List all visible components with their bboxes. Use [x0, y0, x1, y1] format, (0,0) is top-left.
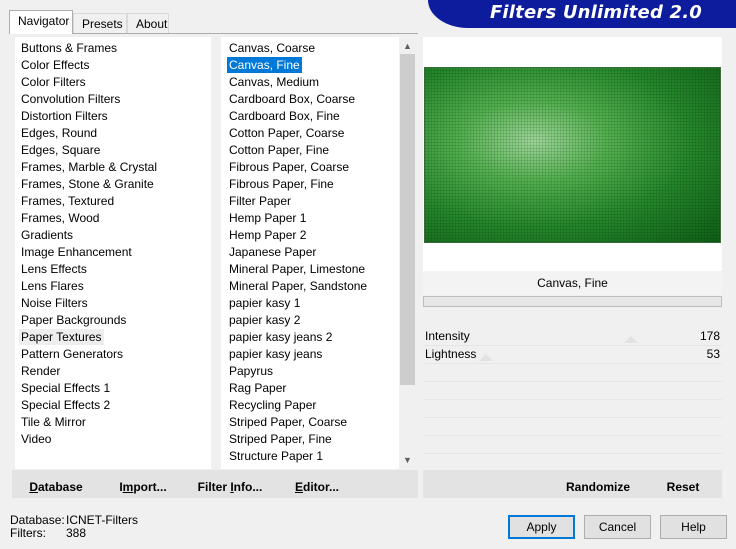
- progress-bar: [423, 296, 722, 307]
- param-label: Intensity: [425, 329, 470, 343]
- filter-item[interactable]: Canvas, Coarse: [227, 40, 317, 56]
- category-item[interactable]: Lens Flares: [19, 278, 86, 294]
- param-separator: [423, 381, 722, 382]
- filter-item[interactable]: Cardboard Box, Coarse: [227, 91, 357, 107]
- param-intensity[interactable]: Intensity 178: [423, 327, 722, 345]
- preview-filter-name: Canvas, Fine: [423, 271, 722, 295]
- category-item[interactable]: Frames, Stone & Granite: [19, 176, 156, 192]
- import-button[interactable]: Import...: [112, 478, 174, 496]
- editor-button[interactable]: Editor...: [290, 478, 344, 496]
- filter-item[interactable]: Hemp Paper 1: [227, 210, 308, 226]
- filter-item[interactable]: Structure Paper 1: [227, 448, 325, 464]
- param-separator: [423, 399, 722, 400]
- param-separator: [423, 417, 722, 418]
- param-separator: [423, 453, 722, 454]
- filter-item[interactable]: Cotton Paper, Coarse: [227, 125, 346, 141]
- scroll-up-icon[interactable]: ▲: [399, 38, 416, 55]
- category-item[interactable]: Render: [19, 363, 62, 379]
- category-item[interactable]: Video: [19, 431, 53, 447]
- param-lightness[interactable]: Lightness 53: [423, 345, 722, 363]
- param-separator: [423, 435, 722, 436]
- filter-item[interactable]: Striped Paper, Coarse: [227, 414, 349, 430]
- category-item[interactable]: Buttons & Frames: [19, 40, 119, 56]
- category-item[interactable]: Paper Textures: [19, 329, 104, 345]
- filter-item[interactable]: Cardboard Box, Fine: [227, 108, 342, 124]
- param-value: 178: [699, 329, 720, 343]
- filter-item[interactable]: Recycling Paper: [227, 397, 318, 413]
- list-divider: [211, 37, 221, 469]
- filter-info-button[interactable]: Filter Info...: [192, 478, 268, 496]
- tab-presets[interactable]: Presets: [73, 13, 127, 34]
- param-label: Lightness: [425, 347, 477, 361]
- filter-item[interactable]: Mineral Paper, Limestone: [227, 261, 367, 277]
- filter-list[interactable]: Canvas, Coarse Canvas, Fine Canvas, Medium…: [221, 37, 399, 469]
- preview-image: [424, 67, 721, 243]
- param-separator: [423, 363, 722, 364]
- filter-item[interactable]: Papyrus: [227, 363, 275, 379]
- category-item[interactable]: Frames, Textured: [19, 193, 116, 209]
- category-item[interactable]: Edges, Round: [19, 125, 99, 141]
- category-item[interactable]: Gradients: [19, 227, 75, 243]
- category-item[interactable]: Frames, Marble & Crystal: [19, 159, 159, 175]
- status-filters-label: Filters:: [10, 526, 46, 540]
- lightness-slider-marker[interactable]: [479, 354, 493, 361]
- category-item[interactable]: Edges, Square: [19, 142, 102, 158]
- category-item[interactable]: Image Enhancement: [19, 244, 134, 260]
- intensity-slider-marker[interactable]: [624, 336, 638, 343]
- scrollbar-thumb[interactable]: [400, 54, 415, 385]
- filter-item[interactable]: Striped Paper, Fine: [227, 431, 334, 447]
- category-item[interactable]: Special Effects 2: [19, 397, 112, 413]
- filter-item[interactable]: Mineral Paper, Sandstone: [227, 278, 369, 294]
- filter-item[interactable]: Fibrous Paper, Fine: [227, 176, 336, 192]
- tab-about[interactable]: About: [127, 13, 169, 34]
- database-button[interactable]: Database: [22, 478, 90, 496]
- category-item[interactable]: Pattern Generators: [19, 346, 125, 362]
- param-value: 53: [706, 347, 720, 361]
- category-list[interactable]: Buttons & Frames Color Effects Color Filte…: [15, 37, 211, 469]
- filter-item[interactable]: Hemp Paper 2: [227, 227, 308, 243]
- filter-item[interactable]: Rag Paper: [227, 380, 288, 396]
- filter-item[interactable]: Filter Paper: [227, 193, 293, 209]
- category-item[interactable]: Color Effects: [19, 57, 91, 73]
- category-item[interactable]: Special Effects 1: [19, 380, 112, 396]
- filter-item[interactable]: papier kasy jeans: [227, 346, 324, 362]
- category-item[interactable]: Tile & Mirror: [19, 414, 88, 430]
- filter-item[interactable]: papier kasy 2: [227, 312, 302, 328]
- filter-item[interactable]: papier kasy 1: [227, 295, 302, 311]
- filter-item[interactable]: Canvas, Fine: [227, 57, 302, 73]
- category-item[interactable]: Color Filters: [19, 74, 88, 90]
- category-item[interactable]: Frames, Wood: [19, 210, 101, 226]
- scroll-down-icon[interactable]: ▼: [399, 452, 416, 469]
- filter-item[interactable]: Fibrous Paper, Coarse: [227, 159, 351, 175]
- category-item[interactable]: Convolution Filters: [19, 91, 122, 107]
- cancel-button[interactable]: Cancel: [584, 515, 651, 539]
- filter-item[interactable]: Japanese Paper: [227, 244, 318, 260]
- category-item[interactable]: Paper Backgrounds: [19, 312, 128, 328]
- randomize-button[interactable]: Randomize: [560, 478, 636, 496]
- category-item[interactable]: Distortion Filters: [19, 108, 110, 124]
- filter-item[interactable]: Cotton Paper, Fine: [227, 142, 331, 158]
- category-item[interactable]: Lens Effects: [19, 261, 89, 277]
- apply-button[interactable]: Apply: [508, 515, 575, 539]
- filter-item[interactable]: papier kasy jeans 2: [227, 329, 334, 345]
- help-button[interactable]: Help: [660, 515, 727, 539]
- filter-item[interactable]: Canvas, Medium: [227, 74, 321, 90]
- param-separator: [423, 345, 722, 346]
- app-title-banner: Filters Unlimited 2.0: [428, 0, 736, 28]
- tab-navigator[interactable]: Navigator: [9, 10, 73, 34]
- status-filters-value: 388: [66, 526, 87, 540]
- reset-button[interactable]: Reset: [660, 478, 706, 496]
- category-item[interactable]: Noise Filters: [19, 295, 90, 311]
